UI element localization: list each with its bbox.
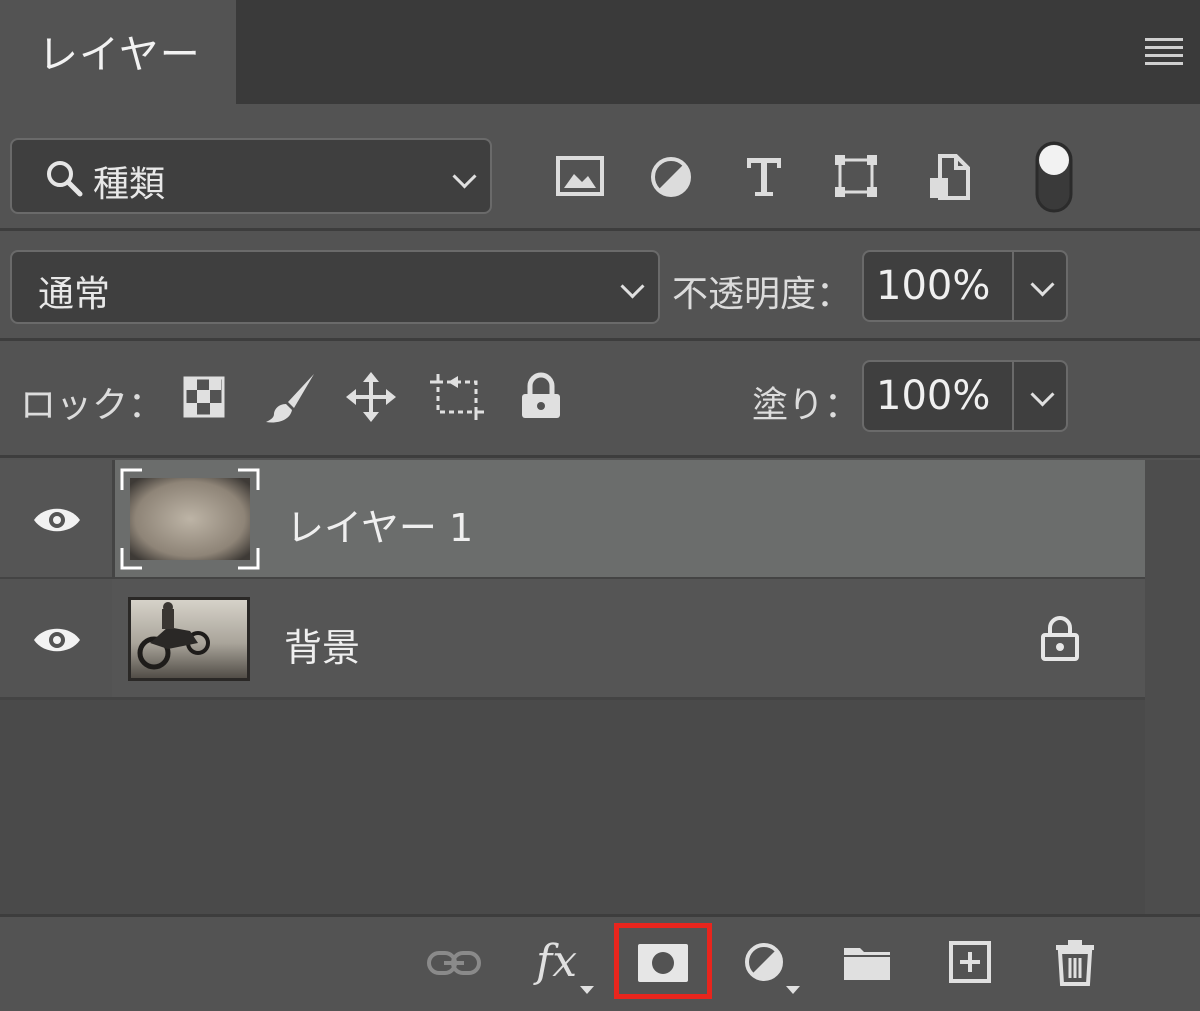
search-icon bbox=[44, 158, 84, 198]
fx-menu-caret bbox=[580, 986, 594, 994]
lock-transparent-icon[interactable] bbox=[183, 376, 225, 418]
link-layers-icon[interactable] bbox=[426, 948, 482, 978]
lock-position-icon[interactable] bbox=[346, 372, 396, 422]
lock-image-icon[interactable] bbox=[264, 372, 318, 424]
highlight-box bbox=[614, 923, 712, 999]
layers-empty-area[interactable] bbox=[0, 700, 1145, 914]
opacity-separator bbox=[1012, 252, 1014, 320]
adjustment-menu-caret bbox=[786, 986, 800, 994]
divider bbox=[0, 228, 1200, 231]
panel-menu-icon[interactable] bbox=[1145, 38, 1183, 65]
fill-value[interactable]: 100% bbox=[876, 373, 990, 419]
fill-separator bbox=[1012, 362, 1014, 430]
kind-filter-label: 種類 bbox=[93, 164, 166, 205]
layer-thumbnail[interactable] bbox=[120, 468, 260, 570]
opacity-value[interactable]: 100% bbox=[876, 263, 990, 309]
text-filter-icon[interactable] bbox=[744, 154, 784, 198]
adjustment-layer-icon[interactable] bbox=[744, 942, 788, 986]
smart-object-filter-icon[interactable] bbox=[928, 154, 970, 200]
lock-label: ロック： bbox=[20, 385, 165, 426]
adjustment-filter-icon[interactable] bbox=[650, 156, 692, 198]
scrollbar-gutter[interactable] bbox=[1145, 460, 1200, 914]
divider bbox=[0, 455, 1200, 458]
layer-name[interactable]: 背景 bbox=[284, 617, 360, 672]
layer-thumbnail[interactable] bbox=[128, 597, 250, 681]
layer-lock-icon bbox=[1040, 615, 1080, 661]
blend-mode-value: 通常 bbox=[38, 274, 111, 315]
delete-icon[interactable] bbox=[1054, 938, 1096, 986]
lock-artboard-icon[interactable] bbox=[430, 374, 484, 420]
eye-icon[interactable] bbox=[32, 505, 82, 535]
shape-filter-icon[interactable] bbox=[834, 154, 878, 198]
image-filter-icon[interactable] bbox=[556, 156, 604, 196]
eye-icon[interactable] bbox=[32, 625, 82, 655]
opacity-label: 不透明度： bbox=[672, 274, 853, 315]
fill-label: 塗り： bbox=[752, 385, 861, 426]
lock-all-icon[interactable] bbox=[520, 372, 562, 420]
new-layer-icon[interactable] bbox=[948, 940, 992, 984]
tab-layers-label: レイヤー bbox=[38, 32, 201, 78]
filter-toggle-icon[interactable] bbox=[1034, 140, 1074, 214]
divider bbox=[0, 338, 1200, 341]
layer-name[interactable]: レイヤー 1 bbox=[286, 497, 473, 552]
new-group-icon[interactable] bbox=[842, 944, 892, 982]
fx-icon[interactable]: fx bbox=[536, 936, 577, 987]
bottom-toolbar bbox=[0, 914, 1200, 1011]
